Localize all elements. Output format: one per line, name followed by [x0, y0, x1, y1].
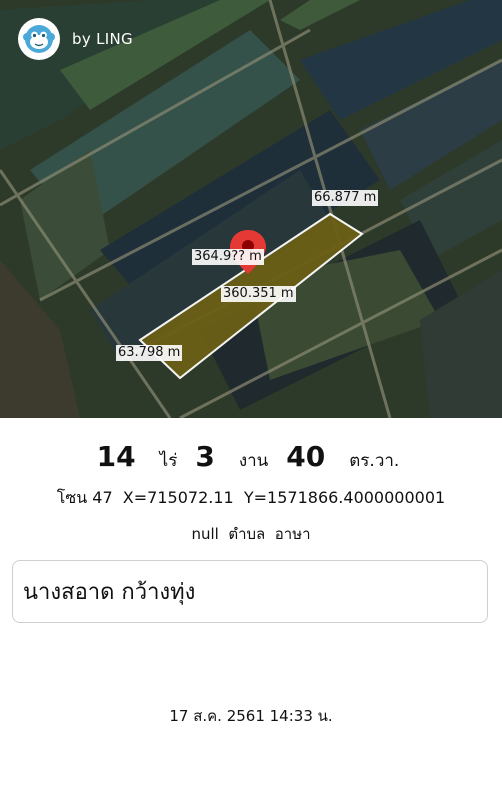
satellite-map[interactable]: by LING 66.877 m 364.9?? m 360.351 m 63.…: [0, 0, 502, 418]
location-text: null ตำบล อาษา: [191, 525, 311, 543]
owner-name-text: นางสอาด กว้างทุ่ง: [23, 580, 196, 605]
map-canvas[interactable]: [0, 0, 502, 418]
coordinates-text: โซน 47 X=715072.11 Y=1571866.4000000001: [56, 488, 446, 507]
measure-top-right: 66.877 m: [312, 190, 379, 206]
ngan-value: 3: [195, 440, 215, 473]
brand-label: by LING: [72, 30, 133, 48]
brand: by LING: [18, 18, 133, 60]
wa-value: 40: [286, 440, 326, 473]
owner-name-field[interactable]: นางสอาด กว้างทุ่ง: [12, 560, 488, 623]
measure-bottom-long: 360.351 m: [221, 286, 296, 302]
measure-bottom-left: 63.798 m: [116, 345, 183, 361]
timestamp: 17 ส.ค. 2561 14:33 น.: [169, 707, 333, 725]
measure-top-long: 364.9?? m: [192, 249, 264, 265]
rai-unit: ไร่: [159, 451, 178, 471]
rai-value: 14: [96, 440, 136, 473]
area-summary: 14 ไร่ 3 งาน 40 ตร.วา.: [0, 440, 502, 478]
monkey-face-icon: [18, 18, 60, 60]
ngan-unit: งาน: [238, 451, 269, 471]
wa-unit: ตร.วา.: [349, 451, 400, 471]
